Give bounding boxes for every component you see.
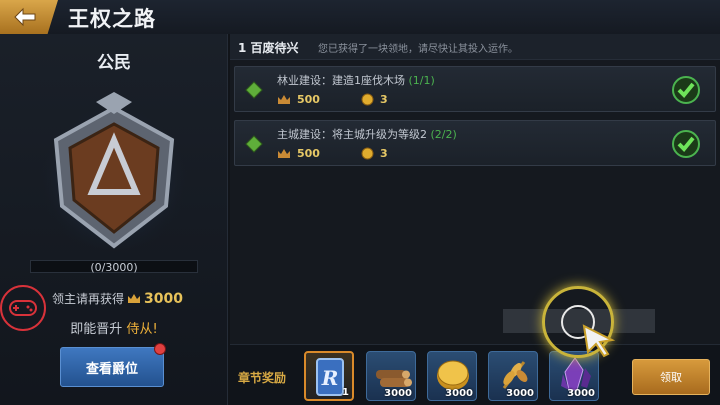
pointer-arrow-icon <box>582 324 616 358</box>
view-rank-button[interactable]: 查看爵位 <box>60 347 164 387</box>
back-arrow-icon <box>14 7 36 27</box>
reward-count: 3000 <box>384 388 412 399</box>
reward-slot[interactable]: 3000 <box>488 351 538 401</box>
crown-icon <box>278 149 290 158</box>
chapter-description: 您已获得了一块领地，请尽快让其投入运作。 <box>318 44 518 55</box>
page-title: 王权之路 <box>68 7 156 31</box>
task-reward-coin: 3 <box>361 147 388 160</box>
claim-button[interactable]: 领取 <box>632 359 710 395</box>
reward-slot[interactable]: 3000 <box>366 351 416 401</box>
reward-count: 3000 <box>506 388 534 399</box>
crown-amount: 500 <box>297 147 320 160</box>
reward-count: 1 <box>342 387 349 398</box>
checkmark-icon <box>672 130 700 158</box>
task-reward-crown: 500 <box>277 147 320 160</box>
task-diamond-icon <box>245 81 263 99</box>
task-reward-crown: 500 <box>277 93 320 106</box>
requirement-prefix: 领主请再获得 <box>52 292 125 306</box>
reward-count: 3000 <box>445 388 473 399</box>
task-label: 林业建设：建造1座伐木场 (1/1) <box>277 72 435 88</box>
top-bar: 王权之路 <box>0 0 720 34</box>
task-label: 主城建设：将主城升级为等级2 (2/2) <box>277 126 457 142</box>
promotion-prefix: 即能晋升 <box>70 322 123 337</box>
reward-count: 3000 <box>567 388 595 399</box>
next-rank-name: 侍从 <box>126 322 153 337</box>
crystal-icon <box>561 357 591 391</box>
wheat-icon <box>502 361 528 389</box>
chapter-title: 1 百废待兴 <box>238 41 299 55</box>
notification-dot <box>154 343 166 355</box>
rank-panel: 公民 (0/3000) 领主请再获得 3000 即能晋升 侍从! 查看爵位 <box>0 34 228 405</box>
requirement-amount: 3000 <box>144 290 183 307</box>
chapter-reward-bar: 章节奖励 R 1 3000 3000 3000 3000 领取 <box>230 344 720 405</box>
promotion-suffix: ! <box>152 322 158 337</box>
chapter-reward-label: 章节奖励 <box>238 371 287 385</box>
crown-icon <box>128 294 141 303</box>
reward-slot[interactable]: 3000 <box>427 351 477 401</box>
rank-emblem-icon <box>40 92 188 254</box>
task-progress: (1/1) <box>408 74 435 87</box>
gold-coin-icon <box>437 360 469 390</box>
wood-logs-icon <box>376 370 412 387</box>
checkmark-icon <box>672 76 700 104</box>
task-panel: 1 百废待兴 您已获得了一块领地，请尽快让其投入运作。 林业建设：建造1座伐木场… <box>230 34 720 344</box>
crown-icon <box>278 95 290 104</box>
task-row[interactable]: 主城建设：将主城升级为等级2 (2/2) 500 3 <box>234 120 716 166</box>
task-diamond-icon <box>245 135 263 153</box>
coin-icon <box>361 93 374 106</box>
chapter-header: 1 百废待兴 您已获得了一块领地，请尽快让其投入运作。 <box>230 34 720 60</box>
task-text: 林业建设：建造1座伐木场 <box>277 74 405 87</box>
task-text: 主城建设：将主城升级为等级2 <box>277 128 427 141</box>
requirement-line: 领主请再获得 3000 <box>52 290 183 307</box>
gamepad-icon <box>9 300 37 316</box>
rank-progress-text: (0/3000) <box>90 261 138 274</box>
rank-name: 公民 <box>97 53 131 73</box>
svg-text:R: R <box>321 366 339 390</box>
coin-amount: 3 <box>380 93 388 106</box>
task-reward-coin: 3 <box>361 93 388 106</box>
promotion-line: 即能晋升 侍从! <box>0 318 228 337</box>
coin-icon <box>361 147 374 160</box>
coin-amount: 3 <box>380 147 388 160</box>
reward-slot[interactable]: R 1 <box>304 351 354 401</box>
task-progress: (2/2) <box>430 128 457 141</box>
back-button[interactable] <box>0 0 58 34</box>
crown-amount: 500 <box>297 93 320 106</box>
reward-slot[interactable]: 3000 <box>549 351 599 401</box>
task-row[interactable]: 林业建设：建造1座伐木场 (1/1) 500 3 <box>234 66 716 112</box>
